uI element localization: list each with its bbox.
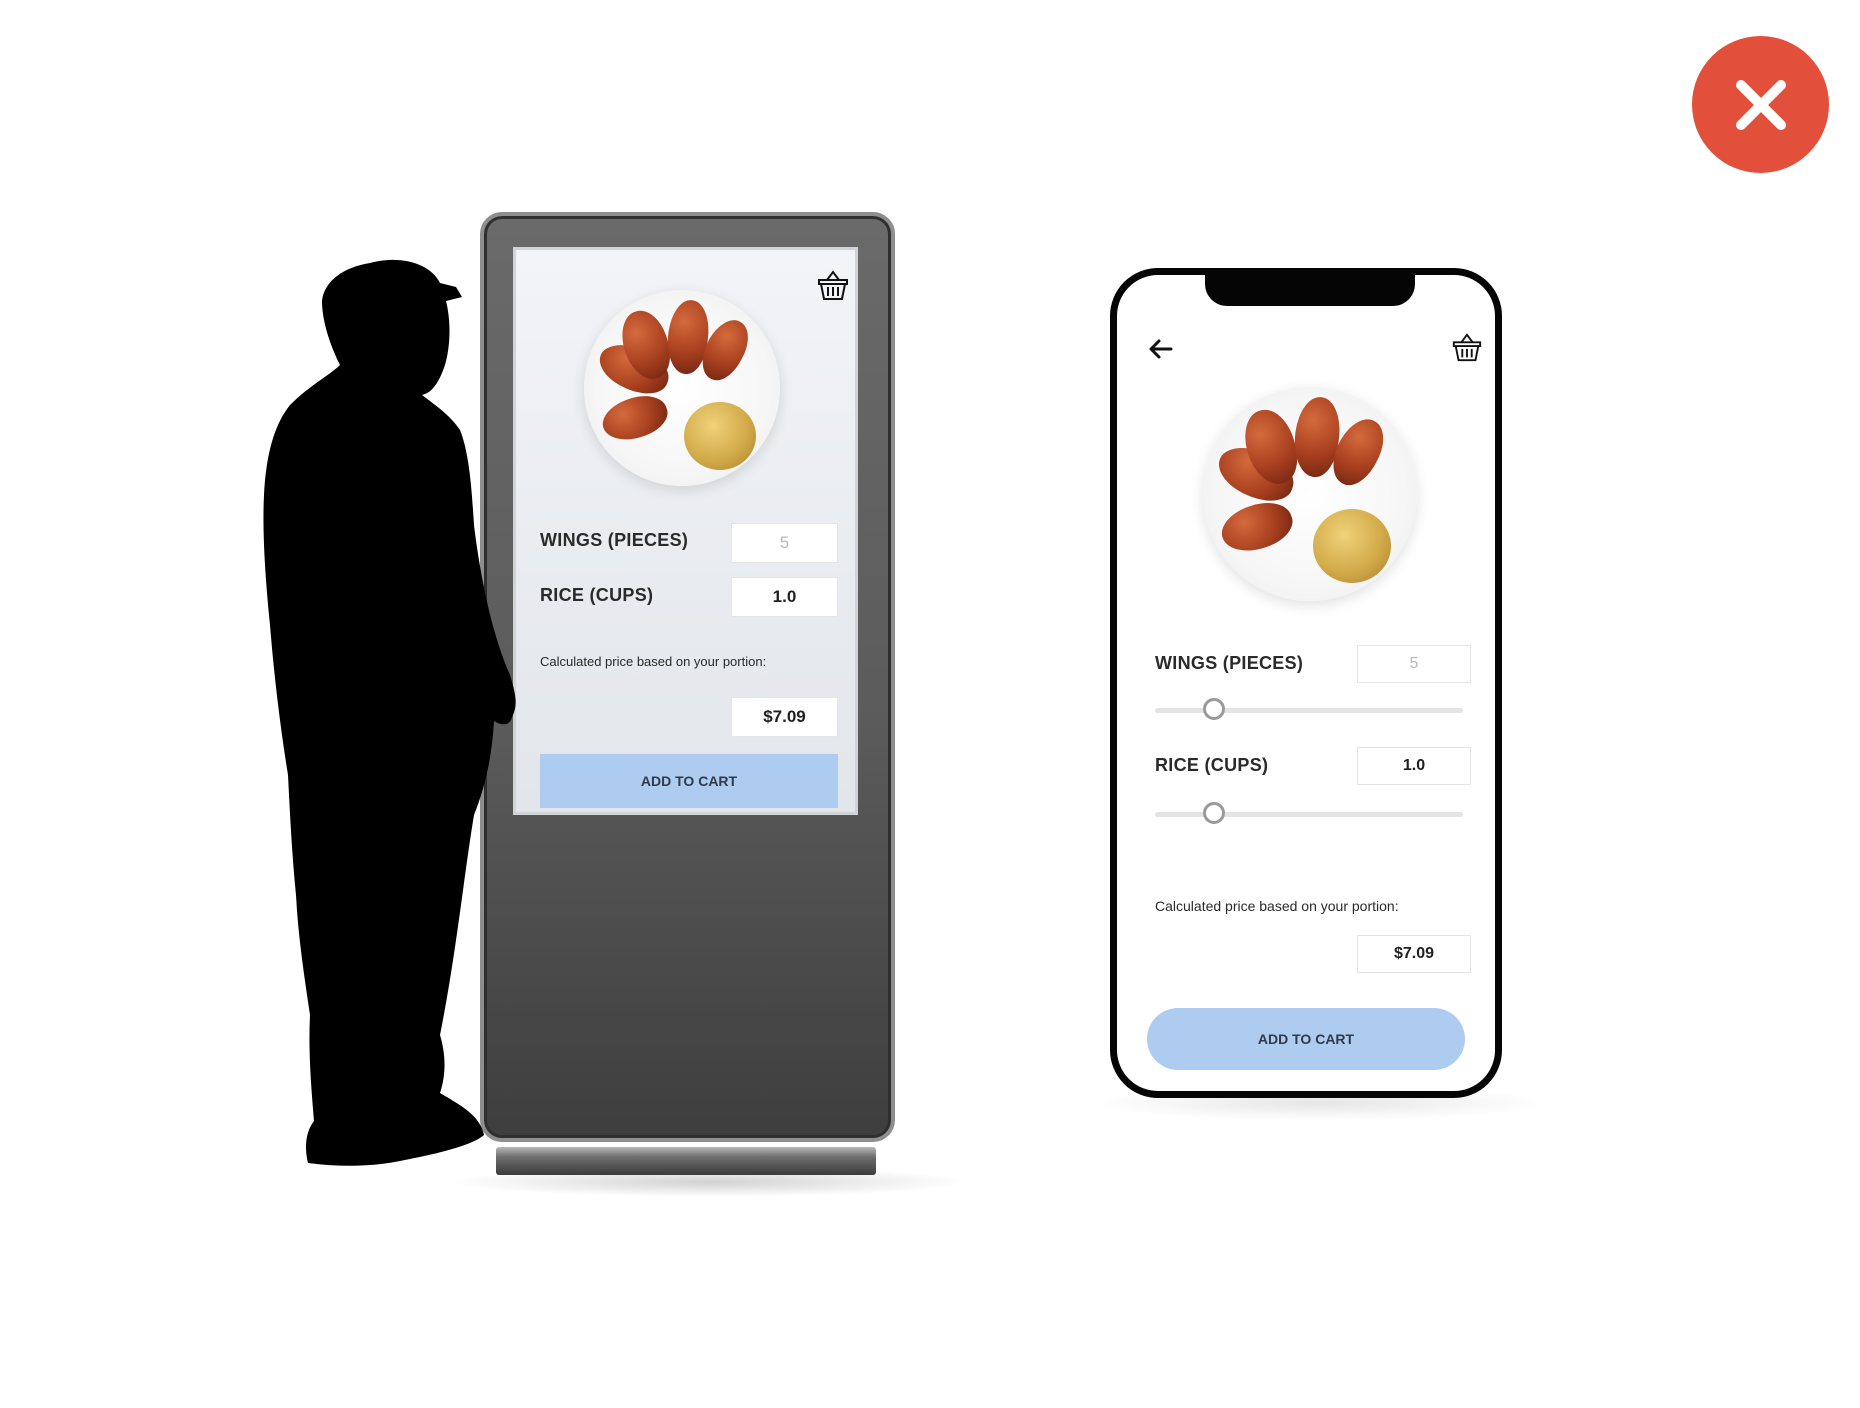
wings-slider-thumb[interactable] [1202,698,1225,720]
rice-quantity-field[interactable]: 1.0 [731,577,838,617]
kiosk-base [496,1147,876,1175]
wings-label: WINGS (PIECES) [1155,653,1304,673]
add-to-cart-button[interactable]: ADD TO CART [540,754,838,808]
food-image [1203,387,1417,601]
person-silhouette [263,259,516,1166]
price-value: $7.09 [1357,935,1471,973]
close-icon [1735,79,1786,130]
kiosk-device: WINGS (PIECES) 5 RICE (CUPS) 1.0 Calcula… [450,212,970,1197]
wings-quantity-field[interactable]: 5 [731,523,838,563]
rice-slider-thumb[interactable] [1202,802,1225,824]
rice-slider-track[interactable] [1155,812,1463,817]
kiosk-screen: WINGS (PIECES) 5 RICE (CUPS) 1.0 Calcula… [513,247,858,815]
back-arrow-icon[interactable] [1147,337,1175,361]
food-image [584,290,780,486]
rice-quantity-field[interactable]: 1.0 [1357,747,1471,785]
close-badge[interactable] [1692,36,1829,173]
price-caption: Calculated price based on your portion: [1155,898,1399,914]
rice-label: RICE (CUPS) [1155,755,1269,775]
basket-icon[interactable] [1451,331,1483,363]
rice-label: RICE (CUPS) [540,585,654,605]
wings-label: WINGS (PIECES) [540,530,689,550]
phone-device: WINGS (PIECES) 5 RICE (CUPS) 1.0 Calcula… [1110,268,1502,1098]
wings-slider-track[interactable] [1155,708,1463,713]
price-caption: Calculated price based on your portion: [540,654,767,669]
price-value: $7.09 [731,697,838,737]
wings-quantity-field[interactable]: 5 [1357,645,1471,683]
basket-icon[interactable] [816,268,850,302]
phone-notch [1205,275,1415,306]
add-to-cart-button[interactable]: ADD TO CART [1147,1008,1465,1070]
